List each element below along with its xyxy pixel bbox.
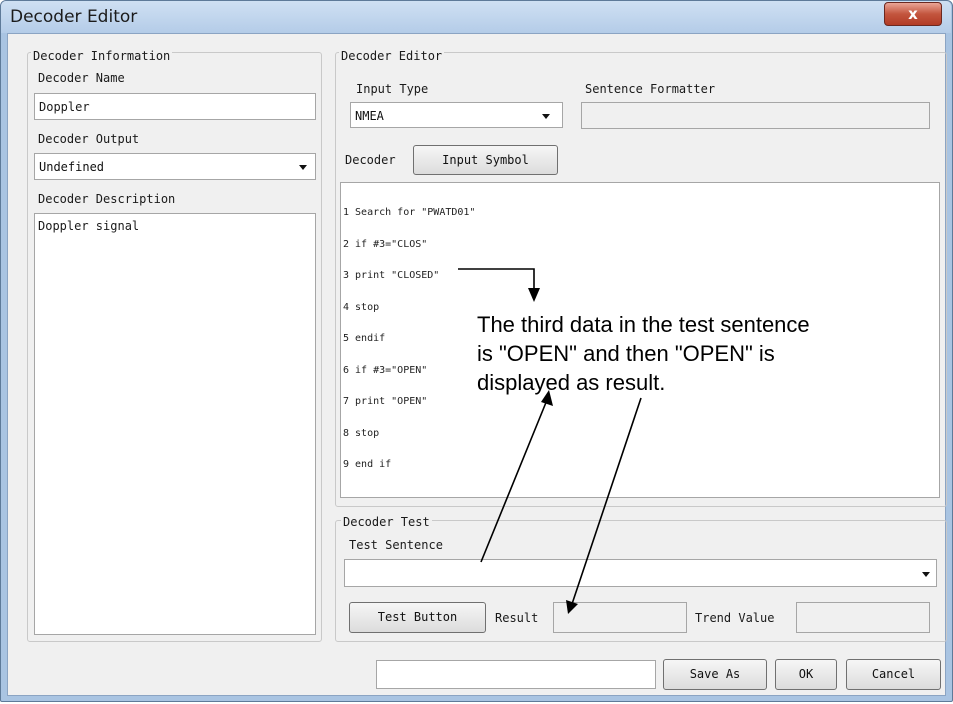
arrowhead-icon <box>566 600 578 614</box>
arrowhead-icon <box>541 390 553 406</box>
arrowhead-icon <box>528 288 540 302</box>
annotation-arrows <box>458 268 642 614</box>
arrow-connector <box>480 399 548 563</box>
arrow-connector <box>458 268 535 290</box>
arrow-connector <box>571 397 642 605</box>
